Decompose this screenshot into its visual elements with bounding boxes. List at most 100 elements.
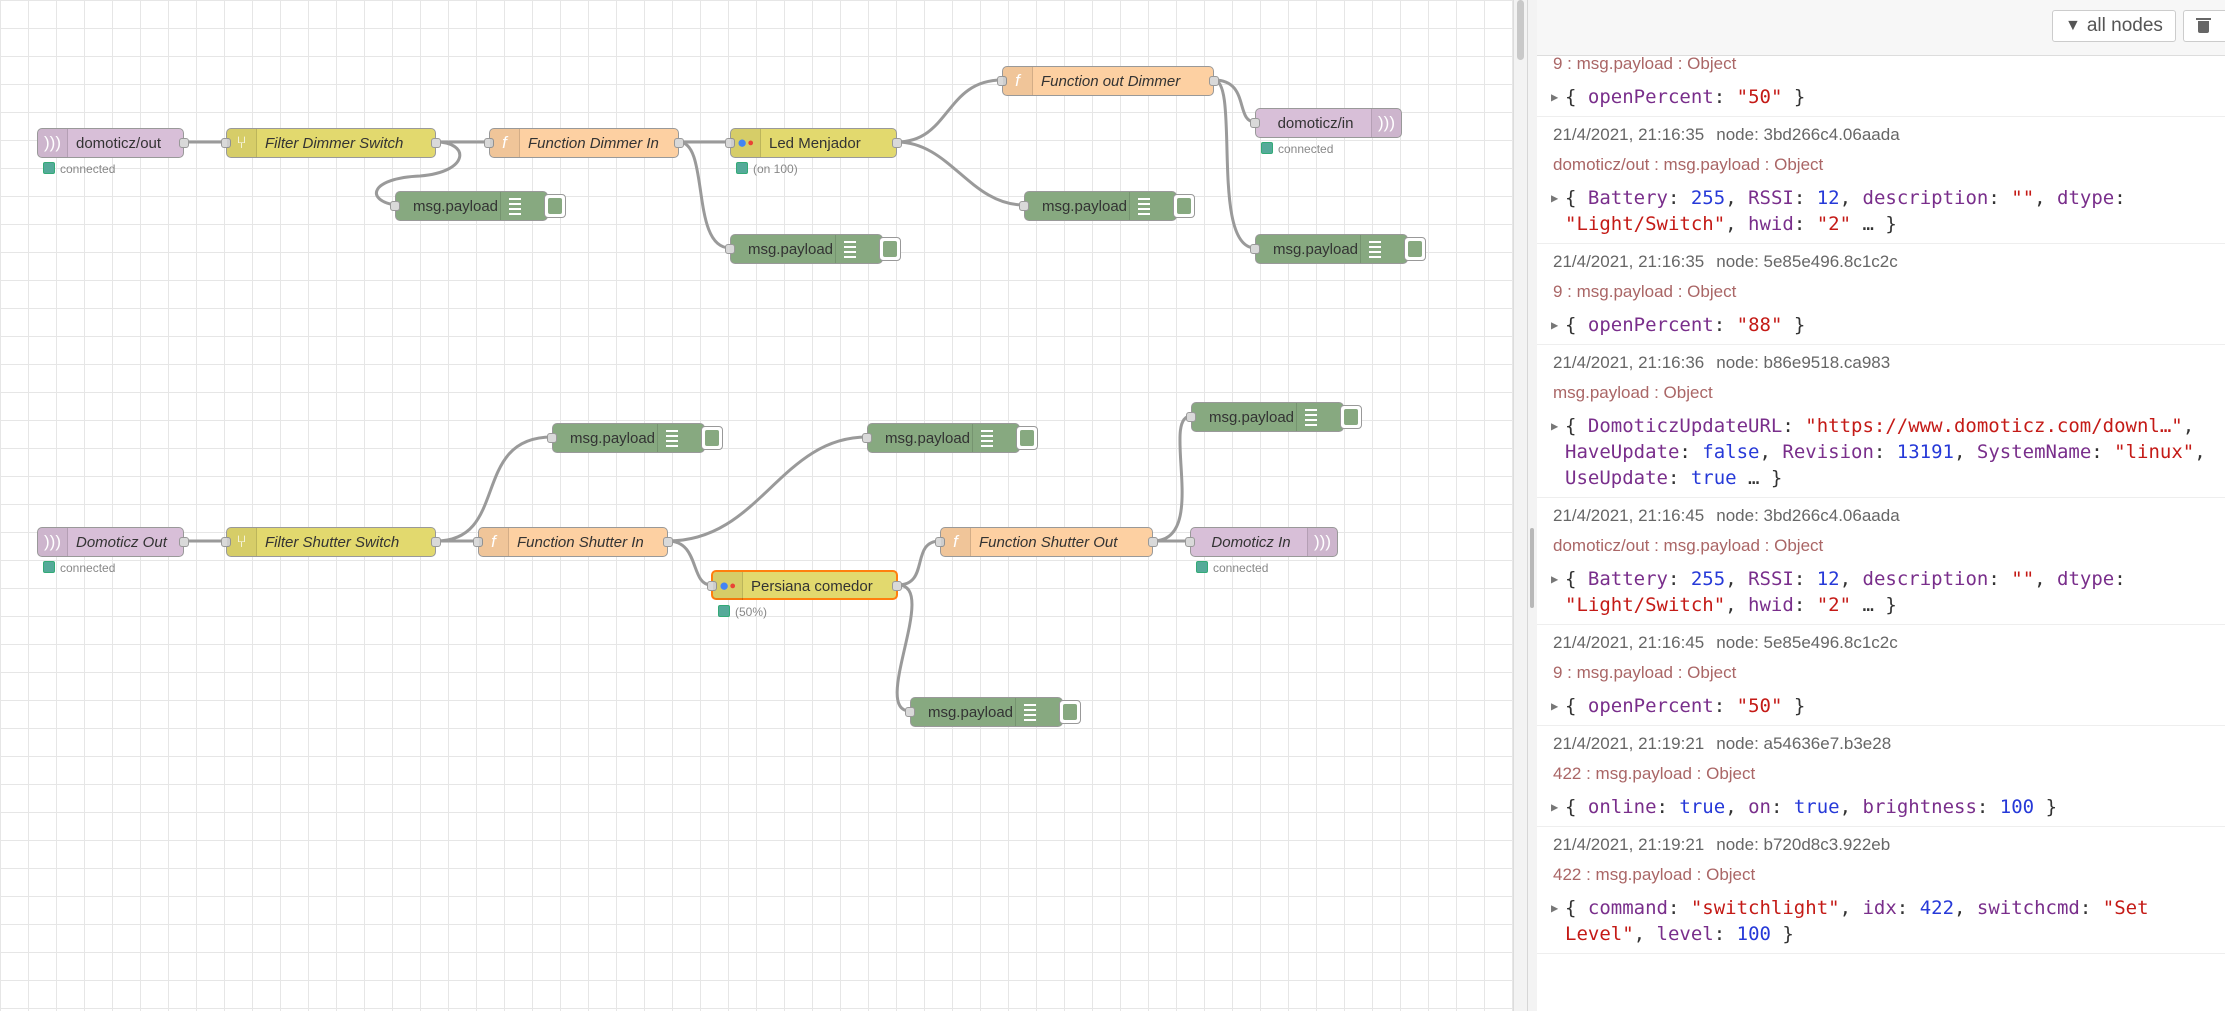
input-port[interactable] xyxy=(1250,118,1260,128)
debug-node[interactable]: msg.payload xyxy=(725,234,901,264)
output-port[interactable] xyxy=(674,138,684,148)
message-payload[interactable]: ▶ { DomoticzUpdateURL: "https://www.domot… xyxy=(1551,413,2217,491)
message-timestamp: 21/4/2021, 21:16:36 xyxy=(1553,353,1705,372)
status-dot-icon xyxy=(736,162,748,174)
message-node-link[interactable]: node: 5e85e496.8c1c2c xyxy=(1716,252,1898,271)
input-port[interactable] xyxy=(1250,244,1260,254)
debug-toggle-button[interactable] xyxy=(701,426,723,450)
node-label: Function Shutter In xyxy=(517,534,644,551)
message-node-link[interactable]: node: b86e9518.ca983 xyxy=(1716,353,1890,372)
input-port[interactable] xyxy=(725,244,735,254)
message-node-link[interactable]: node: 3bd266c4.06aada xyxy=(1716,125,1899,144)
scrollbar-thumb[interactable] xyxy=(1517,0,1524,60)
input-port[interactable] xyxy=(862,433,872,443)
flow-workspace[interactable]: ))) domoticz/out connected ⑂ Filter Dimm… xyxy=(0,0,1513,1011)
message-payload[interactable]: ▶ { openPercent: "88" } xyxy=(1551,312,2217,338)
debug-message[interactable]: 21/4/2021, 21:16:35 node: 3bd266c4.06aada… xyxy=(1537,117,2225,244)
message-topic: domoticz/out : msg.payload : Object xyxy=(1553,155,1824,174)
message-payload[interactable]: ▶ { openPercent: "50" } xyxy=(1551,84,2217,110)
clear-messages-button[interactable] xyxy=(2183,10,2225,42)
debug-node[interactable]: msg.payload xyxy=(905,697,1081,727)
output-port[interactable] xyxy=(892,138,902,148)
expand-caret-icon[interactable]: ▶ xyxy=(1551,693,1558,719)
payload-token: openPercent xyxy=(1587,86,1714,108)
output-port[interactable] xyxy=(663,537,673,547)
workspace-scrollbar[interactable] xyxy=(1513,0,1528,1011)
message-node-link[interactable]: node: b720d8c3.922eb xyxy=(1716,835,1890,854)
message-payload[interactable]: ▶ { command: "switchlight", idx: 422, swi… xyxy=(1551,895,2217,947)
debug-toggle-button[interactable] xyxy=(1340,405,1362,429)
payload-line: { openPercent: "50" } xyxy=(1565,84,2217,110)
function-node[interactable]: f Function Shutter In xyxy=(473,527,673,557)
mqtt-out-node[interactable]: ))) domoticz/out connected xyxy=(37,128,189,176)
expand-caret-icon[interactable]: ▶ xyxy=(1551,312,1558,338)
wire xyxy=(896,140,1025,207)
output-port[interactable] xyxy=(1209,76,1219,86)
function-node[interactable]: f Function Shutter Out xyxy=(935,527,1158,557)
debug-node[interactable]: msg.payload xyxy=(547,423,723,453)
expand-caret-icon[interactable]: ▶ xyxy=(1551,413,1558,439)
function-node[interactable]: f Function Dimmer In xyxy=(484,128,684,158)
expand-caret-icon[interactable]: ▶ xyxy=(1551,84,1558,110)
output-port[interactable] xyxy=(1148,537,1158,547)
debug-message[interactable]: 21/4/2021, 21:16:45 node: 3bd266c4.06aada… xyxy=(1537,498,2225,625)
google-assistant-node[interactable]: ● ● Persiana comedor (50%) xyxy=(707,570,902,619)
message-timestamp: 21/4/2021, 21:16:45 xyxy=(1553,506,1705,525)
debug-node[interactable]: msg.payload xyxy=(1186,402,1362,432)
expand-caret-icon[interactable]: ▶ xyxy=(1551,895,1558,921)
debug-toggle-button[interactable] xyxy=(1404,237,1426,261)
output-port[interactable] xyxy=(892,581,902,591)
debug-message[interactable]: 21/4/2021, 21:19:21 node: a54636e7.b3e28 4… xyxy=(1537,726,2225,827)
message-node-link[interactable]: node: a54636e7.b3e28 xyxy=(1716,734,1891,753)
debug-toggle-button[interactable] xyxy=(1173,194,1195,218)
input-port[interactable] xyxy=(547,433,557,443)
expand-caret-icon[interactable]: ▶ xyxy=(1551,185,1558,211)
expand-caret-icon[interactable]: ▶ xyxy=(1551,794,1558,820)
expand-caret-icon[interactable]: ▶ xyxy=(1551,566,1558,592)
debug-toggle-button[interactable] xyxy=(1059,700,1081,724)
message-node-link[interactable]: node: 5e85e496.8c1c2c xyxy=(1716,633,1898,652)
message-payload[interactable]: ▶ { Battery: 255, RSSI: 12, description: … xyxy=(1551,185,2217,237)
switch-node[interactable]: ⑂ Filter Shutter Switch xyxy=(221,527,441,557)
output-port[interactable] xyxy=(179,138,189,148)
payload-token: "50" xyxy=(1736,695,1783,717)
debug-node[interactable]: msg.payload xyxy=(1250,234,1426,264)
debug-message-list[interactable]: 9 : msg.payload : Object ▶ { openPercent: … xyxy=(1537,54,2225,954)
resize-handle[interactable] xyxy=(1530,528,1534,608)
debug-node[interactable]: msg.payload xyxy=(390,191,566,221)
function-node[interactable]: f Function out Dimmer xyxy=(997,66,1219,96)
debug-message[interactable]: 21/4/2021, 21:16:35 node: 5e85e496.8c1c2c… xyxy=(1537,244,2225,345)
debug-node[interactable]: msg.payload xyxy=(862,423,1038,453)
filter-nodes-button[interactable]: ▼ all nodes xyxy=(2052,10,2176,42)
message-payload[interactable]: ▶ { Battery: 255, RSSI: 12, description: … xyxy=(1551,566,2217,618)
input-port[interactable] xyxy=(1019,201,1029,211)
debug-toggle-button[interactable] xyxy=(879,237,901,261)
mqtt-in-node[interactable]: Domoticz In ))) connected xyxy=(1185,527,1338,575)
mqtt-out-node[interactable]: ))) Domoticz Out connected xyxy=(37,527,189,575)
debug-message[interactable]: 21/4/2021, 21:16:45 node: 5e85e496.8c1c2c… xyxy=(1537,625,2225,726)
mqtt-in-node[interactable]: domoticz/in ))) connected xyxy=(1250,108,1402,156)
input-port[interactable] xyxy=(1186,412,1196,422)
message-payload[interactable]: ▶ { online: true, on: true, brightness: 1… xyxy=(1551,794,2217,820)
output-port[interactable] xyxy=(431,138,441,148)
debug-message[interactable]: 21/4/2021, 21:19:21 node: b720d8c3.922eb 4… xyxy=(1537,827,2225,954)
debug-message[interactable]: 21/4/2021, 21:16:36 node: b86e9518.ca983 m… xyxy=(1537,345,2225,498)
debug-node[interactable]: msg.payload xyxy=(1019,191,1195,221)
debug-toggle-button[interactable] xyxy=(544,194,566,218)
input-port[interactable] xyxy=(905,707,915,717)
message-timestamp: 21/4/2021, 21:16:35 xyxy=(1553,252,1705,271)
trash-icon xyxy=(2196,18,2211,20)
payload-token: } xyxy=(1782,314,1806,336)
message-payload[interactable]: ▶ { openPercent: "50" } xyxy=(1551,693,2217,719)
input-port[interactable] xyxy=(390,201,400,211)
message-node-link[interactable]: node: 3bd266c4.06aada xyxy=(1716,506,1899,525)
output-port[interactable] xyxy=(179,537,189,547)
debug-toggle-button[interactable] xyxy=(1016,426,1038,450)
input-port[interactable] xyxy=(1185,537,1195,547)
message-topic: 422 : msg.payload : Object xyxy=(1553,764,1756,783)
payload-token: { xyxy=(1565,415,1588,437)
google-assistant-node[interactable]: ● ● Led Menjador (on 100) xyxy=(725,128,902,176)
output-port[interactable] xyxy=(431,537,441,547)
debug-message[interactable]: 9 : msg.payload : Object ▶ { openPercent: … xyxy=(1537,54,2225,117)
switch-node[interactable]: ⑂ Filter Dimmer Switch xyxy=(221,128,441,158)
